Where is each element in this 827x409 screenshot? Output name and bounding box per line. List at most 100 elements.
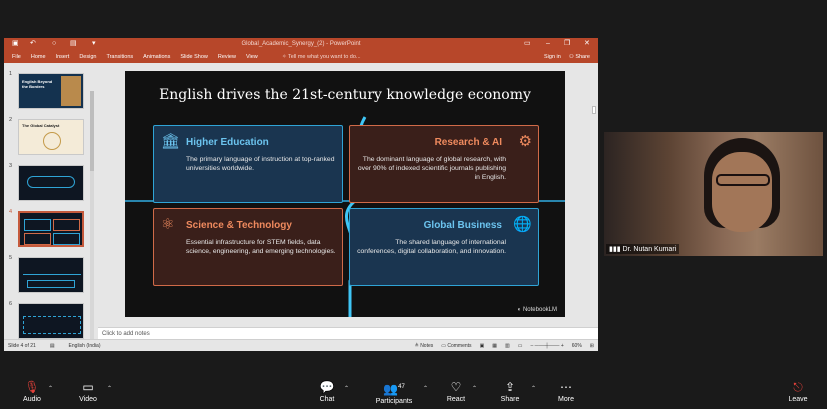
- fit-to-window-icon[interactable]: ⊞: [590, 343, 594, 349]
- participant-name: Dr. Nutan Kumari: [622, 246, 677, 253]
- share-options-caret-icon[interactable]: ⌃: [531, 385, 536, 392]
- thumbnail-row[interactable]: 3: [8, 163, 88, 203]
- box-heading: Science & Technology: [186, 220, 292, 231]
- leave-button[interactable]: ⎋ Leave: [786, 380, 810, 403]
- box-body: The primary language of instruction at t…: [186, 156, 335, 172]
- spellcheck-icon[interactable]: ▤: [50, 343, 55, 349]
- thumbnail-number: 1: [9, 71, 13, 77]
- participants-label: Participants: [375, 398, 413, 405]
- tab-insert[interactable]: Insert: [56, 54, 70, 60]
- slide-sorter-icon[interactable]: ▦: [492, 343, 497, 349]
- tab-file[interactable]: File: [12, 54, 21, 60]
- thumbnail-number: 3: [9, 163, 13, 169]
- zoom-level[interactable]: 60%: [572, 343, 582, 349]
- thumbnail-number: 5: [9, 255, 13, 261]
- mic-muted-icon: 🎙: [24, 380, 40, 394]
- audio-button[interactable]: 🎙 Audio: [20, 380, 44, 403]
- comments-button[interactable]: ▭ Comments: [441, 343, 471, 349]
- box-body: Essential infrastructure for STEM fields…: [186, 239, 336, 255]
- participants-icon: 👥47: [383, 382, 405, 396]
- slide-thumbnail[interactable]: [18, 303, 84, 339]
- thumbnail-row[interactable]: 4: [8, 209, 88, 249]
- tab-design[interactable]: Design: [79, 54, 96, 60]
- notebooklm-watermark: ◐ NotebookLM: [518, 307, 557, 313]
- signal-icon: ▮▮▮: [609, 246, 621, 253]
- tell-me-text: Tell me what you want to do...: [288, 54, 361, 60]
- slide-thumbnail-selected[interactable]: [18, 211, 84, 247]
- lightbulb-icon: ✧: [282, 54, 287, 60]
- slide-canvas[interactable]: English drives the 21st-century knowledg…: [125, 71, 565, 317]
- thumbnail-number: 2: [9, 117, 13, 123]
- slide-thumbnail[interactable]: English Beyond the Borders: [18, 73, 84, 109]
- react-button[interactable]: ♡ React: [444, 380, 468, 403]
- participants-button[interactable]: 👥47 Participants: [372, 380, 416, 405]
- thumbnail-row[interactable]: 5: [8, 255, 88, 295]
- slide-thumbnail[interactable]: The Global Catalyst: [18, 119, 84, 155]
- audio-label: Audio: [23, 396, 41, 403]
- thumbnail-scrollbar[interactable]: [90, 91, 94, 339]
- video-button[interactable]: ▭ Video: [76, 380, 100, 403]
- thumbnail-title: English Beyond the Borders: [22, 79, 53, 89]
- more-button[interactable]: ⋯ More: [554, 380, 578, 403]
- tab-animations[interactable]: Animations: [143, 54, 170, 60]
- comments-label: Comments: [447, 343, 472, 349]
- audio-options-caret-icon[interactable]: ⌃: [48, 385, 53, 392]
- participants-options-caret-icon[interactable]: ⌃: [423, 385, 428, 392]
- slide-counter: Slide 4 of 21: [8, 343, 36, 349]
- zoom-meeting-window: ▣ ↶ ○ ▤ ▾ Global_Academic_Synergy_(2) - …: [0, 0, 827, 409]
- slideshow-icon[interactable]: ▭: [518, 343, 523, 349]
- maximize-icon[interactable]: ❐: [564, 40, 570, 48]
- chat-button[interactable]: 💬 Chat: [315, 380, 339, 403]
- normal-view-icon[interactable]: ▣: [480, 343, 485, 349]
- tab-transitions[interactable]: Transitions: [106, 54, 133, 60]
- thumbnail-row[interactable]: 1 English Beyond the Borders: [8, 71, 88, 111]
- sign-in-link[interactable]: Sign in: [544, 54, 561, 60]
- chat-options-caret-icon[interactable]: ⌃: [344, 385, 349, 392]
- chat-label: Chat: [319, 396, 335, 403]
- minimize-icon[interactable]: –: [546, 40, 550, 48]
- notes-placeholder: Click to add notes: [102, 331, 150, 337]
- share-button[interactable]: ⚇ Share: [569, 54, 590, 60]
- notes-pane[interactable]: Click to add notes: [98, 327, 598, 339]
- reading-view-icon[interactable]: ▥: [505, 343, 510, 349]
- camera-icon: ▭: [82, 380, 94, 394]
- tell-me-box[interactable]: ✧ Tell me what you want to do...: [282, 54, 361, 60]
- share-screen-button[interactable]: ⇪ Share: [498, 380, 522, 403]
- participant-video-tile[interactable]: ▮▮▮ Dr. Nutan Kumari: [604, 132, 823, 256]
- box-heading: Research & AI: [434, 137, 502, 148]
- leave-label: Leave: [788, 396, 808, 403]
- slide-thumbnail[interactable]: [18, 165, 84, 201]
- share-screen-icon: ⇪: [504, 380, 516, 394]
- handshake-globe-icon: 🌐: [513, 216, 532, 233]
- research-ai-box: Research & AI ⚙ The dominant language of…: [349, 125, 539, 203]
- ribbon: File Home Insert Design Transitions Anim…: [4, 51, 598, 63]
- zoom-slider[interactable]: – ───┼─── +: [531, 343, 564, 349]
- notebooklm-logo-icon: ◐: [517, 307, 522, 313]
- box-heading: Global Business: [423, 220, 502, 231]
- ppt-window-title: Global_Academic_Synergy_(2) - PowerPoint: [241, 41, 361, 47]
- video-options-caret-icon[interactable]: ⌃: [107, 385, 112, 392]
- heart-icon: ♡: [450, 380, 462, 394]
- notes-button[interactable]: ≜ Notes: [415, 343, 434, 349]
- thumbnail-title: The Global Catalyst: [22, 123, 60, 128]
- language-indicator[interactable]: English (India): [69, 343, 101, 349]
- tab-review[interactable]: Review: [218, 54, 236, 60]
- chat-icon: 💬: [319, 380, 335, 394]
- react-options-caret-icon[interactable]: ⌃: [472, 385, 477, 392]
- thumbnail-number: 4: [9, 209, 13, 215]
- more-dots-icon: ⋯: [560, 380, 572, 394]
- network-icon: ⚙: [518, 133, 532, 150]
- building-columns-icon: 🏛: [161, 133, 181, 150]
- thumbnail-row[interactable]: 6: [8, 301, 88, 339]
- higher-education-box: 🏛 Higher Education The primary language …: [153, 125, 343, 203]
- slide-thumbnail[interactable]: [18, 257, 84, 293]
- ribbon-display-icon[interactable]: ▭: [524, 40, 531, 48]
- tab-home[interactable]: Home: [31, 54, 46, 60]
- tab-slide-show[interactable]: Slide Show: [180, 54, 208, 60]
- react-label: React: [446, 396, 466, 403]
- leave-door-icon: ⎋: [793, 380, 803, 394]
- slide-scrollbar[interactable]: [590, 66, 598, 326]
- tab-view[interactable]: View: [246, 54, 258, 60]
- close-icon[interactable]: ✕: [584, 40, 590, 48]
- thumbnail-row[interactable]: 2 The Global Catalyst: [8, 117, 88, 157]
